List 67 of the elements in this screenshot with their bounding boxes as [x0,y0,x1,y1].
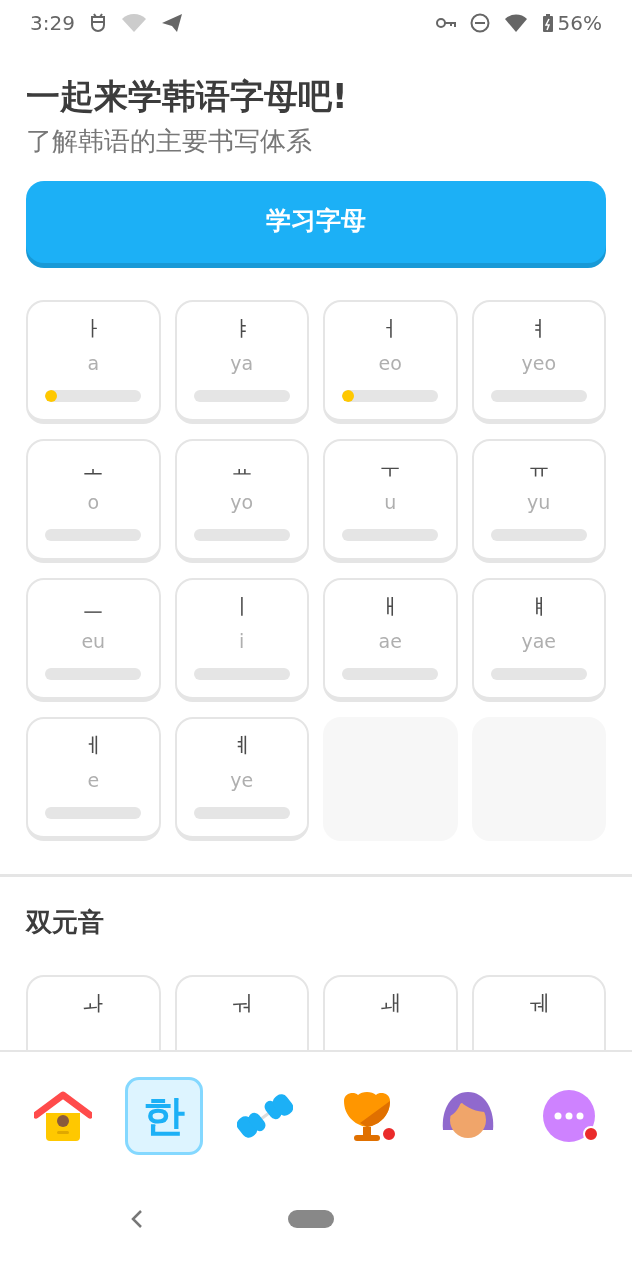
letter-card[interactable]: ㅞ [471,975,606,1050]
wifi-icon [503,12,528,33]
romanization: ye [230,768,254,793]
page-subtitle: 了解韩语的主要书写体系 [26,125,313,158]
letter-char: ㅛ [230,454,253,482]
romanization: yae [521,629,557,654]
home-handle[interactable] [288,1210,334,1228]
romanization: yeo [521,351,557,376]
letter-char: ㅓ [379,315,402,343]
clock: 3:29 [30,10,75,35]
letter-char: ㅘ [82,990,105,1018]
letter-card[interactable]: ㅕ yeo [471,300,606,424]
more-icon [541,1088,598,1144]
send-icon [160,12,183,33]
romanization: e [87,768,100,793]
letter-char: ㅜ [379,454,402,482]
romanization: eu [81,629,106,654]
letter-char: ㅠ [527,454,550,482]
letter-card[interactable]: ㅣ i [174,578,309,702]
letter-card[interactable]: ㅙ [323,975,458,1050]
robot-icon [88,12,107,33]
wifi-icon [120,12,147,33]
letter-card[interactable]: ㅛ yo [174,439,309,563]
letter-char: ㅞ [527,990,550,1018]
romanization: i [239,629,245,654]
romanization: ae [378,629,402,654]
battery-icon [541,12,554,33]
letter-char: ㅒ [527,593,550,621]
back-icon[interactable] [130,1209,144,1229]
letter-card[interactable]: ㅑ ya [174,300,309,424]
letter-char: ㅑ [230,315,253,343]
letter-card[interactable]: ㅓ eo [323,300,458,424]
letter-card[interactable]: ㅏ a [26,300,161,424]
letter-card[interactable]: ㅖ ye [174,717,309,841]
dumbbell-icon [237,1092,294,1140]
battery-level: 56% [557,10,602,35]
romanization: u [384,490,397,515]
letter-card[interactable]: ㅜ u [323,439,458,563]
letter-card[interactable]: ㅝ [174,975,309,1050]
section-title: 双元音 [24,906,105,939]
letter-char: ㅝ [230,990,253,1018]
letter-card[interactable]: ㅠ yu [471,439,606,563]
letter-char: ㅕ [527,315,550,343]
letter-card[interactable]: ㅘ [26,975,161,1050]
letter-char: ㅗ [82,454,105,482]
key-icon [435,16,456,29]
letter-char: ㅣ [230,593,253,621]
letter-card[interactable]: ㅒ yae [471,578,606,702]
letter-card[interactable]: ㅔ e [26,717,161,841]
romanization: yo [230,490,254,515]
letter-char: ㅏ [82,315,105,343]
letter-char: ㅐ [379,593,402,621]
letter-char: ㅖ [230,732,253,760]
letter-char: ㅔ [82,732,105,760]
letter-card[interactable]: ㅗ o [26,439,161,563]
romanization: yu [527,490,551,515]
letter-char: ㅙ [379,990,402,1018]
romanization: a [87,351,100,376]
romanization: o [87,490,100,515]
do-not-disturb-icon [469,12,490,33]
romanization: ya [230,351,254,376]
letter-char: ㅡ [82,593,105,621]
birdhouse-icon [33,1091,92,1141]
letter-card[interactable]: ㅐ ae [323,578,458,702]
romanization: eo [378,351,402,376]
page-title: 一起来学韩语字母吧! [26,75,349,118]
letter-card[interactable]: ㅡ eu [26,578,161,702]
